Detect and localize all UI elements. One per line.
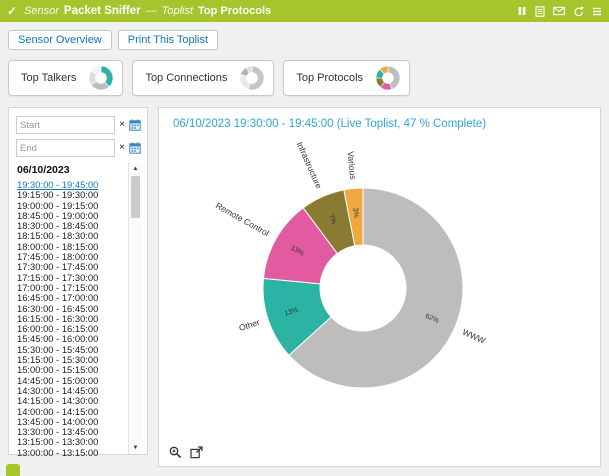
calendar-icon[interactable]	[129, 119, 141, 131]
scrollbar[interactable]: ▲ ▼	[128, 162, 142, 454]
tab-label: Top Connections	[145, 72, 227, 84]
zoom-icon[interactable]	[169, 446, 182, 459]
chart-label: 3%	[351, 208, 359, 219]
chart-actions	[169, 446, 203, 459]
interval-sidebar: × × 06/10/2023 19:30:00 - 19:45:0019:15:…	[8, 107, 148, 455]
print-toplist-button[interactable]: Print This Toplist	[118, 30, 218, 50]
mini-donut-icon	[88, 65, 114, 91]
header-actions	[517, 6, 602, 17]
breadcrumb-sensor-name[interactable]: Packet Sniffer	[64, 5, 141, 17]
tab-top-talkers[interactable]: Top Talkers	[8, 60, 123, 96]
chart-label: WWW	[460, 327, 486, 346]
mail-icon[interactable]	[553, 6, 565, 16]
breadcrumb-type-label: Sensor	[24, 5, 59, 17]
tab-top-protocols[interactable]: Top Protocols	[283, 60, 410, 96]
clear-start-icon[interactable]: ×	[119, 120, 125, 130]
end-date-input[interactable]	[16, 139, 115, 157]
interval-item[interactable]: 13:00:00 - 13:15:00	[15, 448, 127, 458]
date-header: 06/10/2023	[15, 162, 127, 180]
toplist-tabs: Top Talkers Top Connections Top Protocol…	[0, 54, 609, 107]
end-field-row: ×	[16, 139, 141, 157]
refresh-icon[interactable]	[573, 6, 584, 17]
clear-end-icon[interactable]: ×	[119, 143, 125, 153]
pause-icon[interactable]	[517, 6, 527, 16]
status-check-icon: ✓	[7, 4, 17, 18]
open-in-new-icon[interactable]	[190, 446, 203, 459]
scroll-up-icon[interactable]: ▲	[129, 162, 142, 175]
feedback-corner-button[interactable]	[6, 464, 20, 476]
report-icon[interactable]	[535, 6, 545, 17]
mini-donut-icon	[375, 65, 401, 91]
tab-label: Top Talkers	[21, 72, 76, 84]
chart-label: Other	[237, 317, 260, 333]
scrollbar-thumb[interactable]	[131, 176, 140, 218]
breadcrumb-separator: —	[146, 5, 157, 17]
breadcrumb-section-label: Toplist	[162, 5, 193, 17]
toplist-chart-card: 06/10/2023 19:30:00 - 19:45:00 (Live Top…	[158, 107, 601, 467]
calendar-icon[interactable]	[129, 142, 141, 154]
chart-label: Various	[345, 151, 358, 180]
scroll-down-icon[interactable]: ▼	[129, 441, 142, 454]
prtg-toplist-page: ✓ Sensor Packet Sniffer — Toplist Top Pr…	[0, 0, 609, 476]
page-title: Top Protocols	[198, 5, 271, 17]
start-date-input[interactable]	[16, 116, 115, 134]
content-area: × × 06/10/2023 19:30:00 - 19:45:0019:15:…	[0, 107, 609, 467]
start-field-row: ×	[16, 116, 141, 134]
tab-top-connections[interactable]: Top Connections	[132, 60, 274, 96]
menu-icon[interactable]	[592, 7, 602, 16]
tab-label: Top Protocols	[296, 72, 363, 84]
interval-list-region: 06/10/2023 19:30:00 - 19:45:0019:15:00 -…	[15, 162, 142, 454]
chart-label: Remote Control	[214, 200, 271, 238]
interval-item[interactable]: 14:15:00 - 14:30:00	[15, 396, 127, 406]
sensor-status-bar: ✓ Sensor Packet Sniffer — Toplist Top Pr…	[0, 0, 609, 22]
chart-label: Infrastructure	[294, 140, 324, 190]
interval-list: 19:30:00 - 19:45:0019:15:00 - 19:30:0019…	[15, 180, 127, 458]
sensor-overview-button[interactable]: Sensor Overview	[8, 30, 112, 50]
mini-donut-icon	[239, 65, 265, 91]
protocol-donut[interactable]: 62%WWW13%Other13%Remote Control7%Infrast…	[163, 130, 597, 440]
toolbar: Sensor Overview Print This Toplist	[0, 22, 609, 54]
chart-title: 06/10/2023 19:30:00 - 19:45:00 (Live Top…	[159, 108, 600, 130]
